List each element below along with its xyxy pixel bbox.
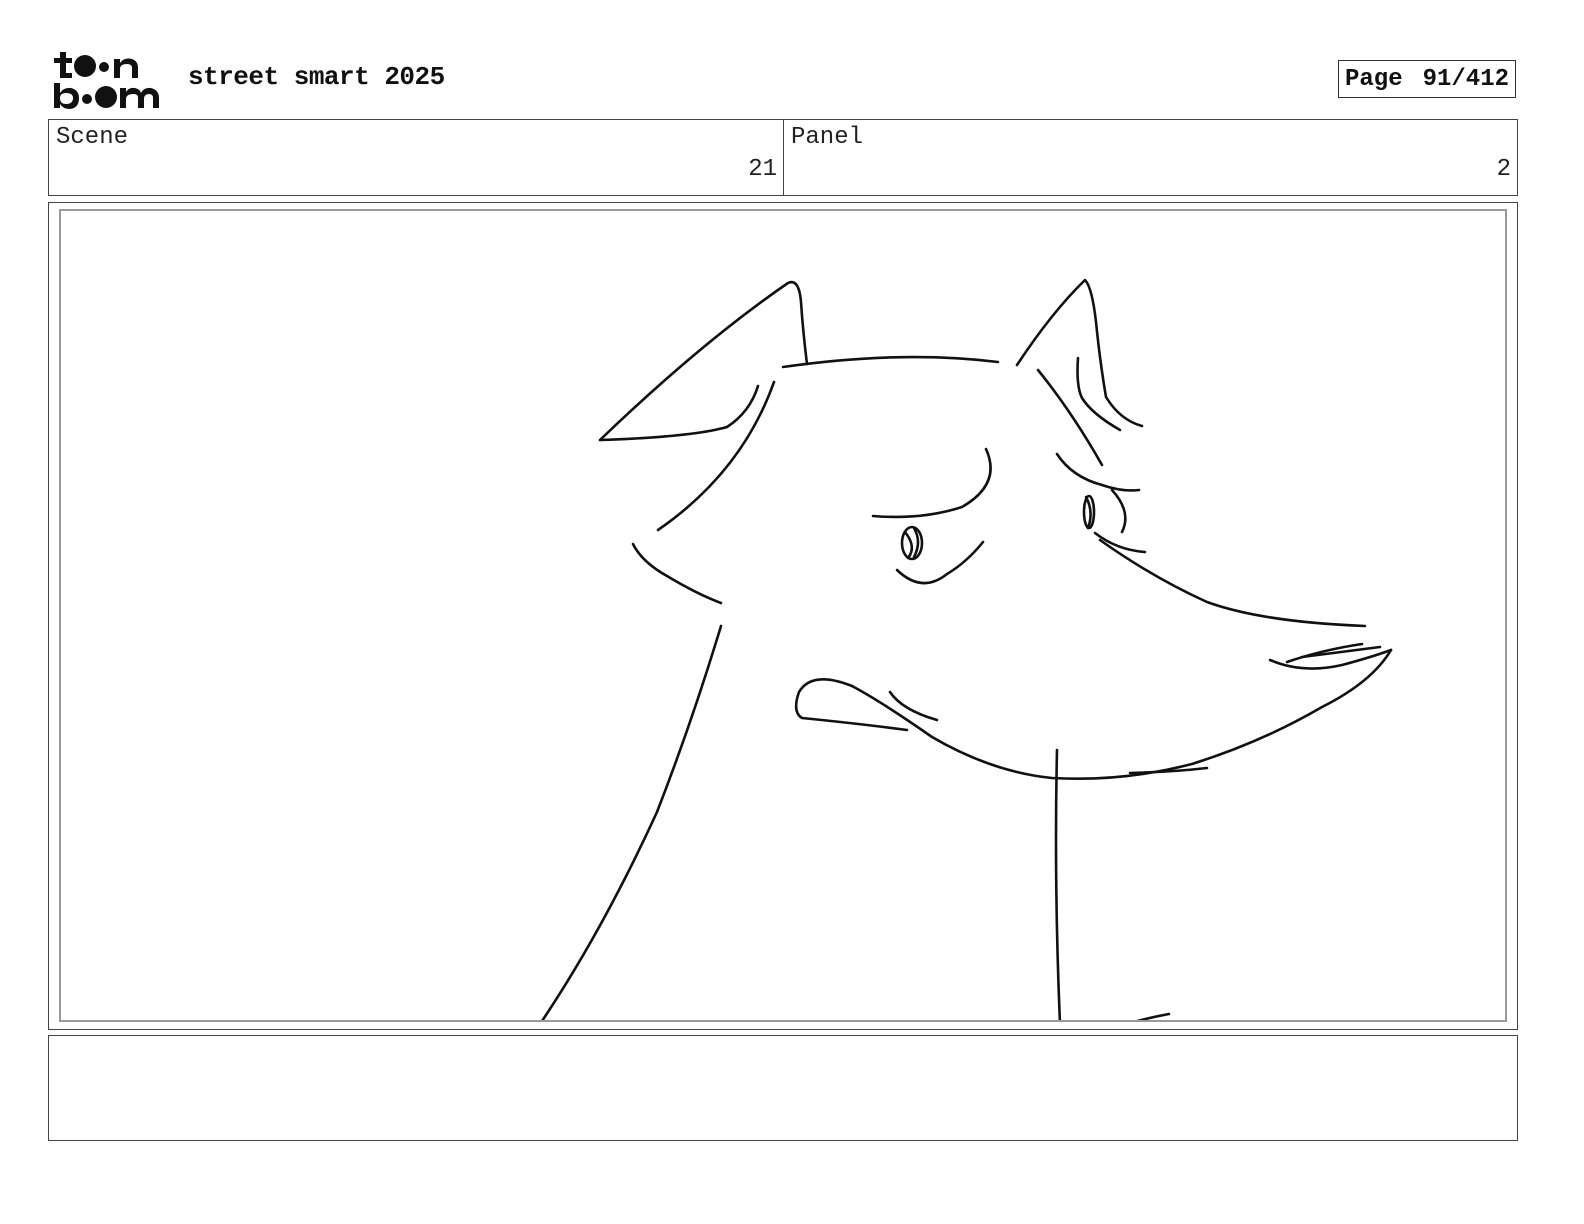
toon-boom-logo bbox=[52, 50, 164, 112]
scene-number: 21 bbox=[748, 156, 777, 183]
page-number: 91/412 bbox=[1422, 65, 1509, 93]
panel-notes-box[interactable] bbox=[48, 1035, 1518, 1141]
project-title: street smart 2025 bbox=[188, 62, 445, 92]
panel-label: Panel bbox=[791, 124, 864, 151]
panel-cell: Panel 2 bbox=[784, 120, 1517, 195]
scene-cell: Scene 21 bbox=[49, 120, 784, 195]
scene-label: Scene bbox=[56, 124, 129, 151]
dog-character-sketch bbox=[541, 278, 1393, 1020]
panel-number: 2 bbox=[1496, 156, 1511, 183]
page-label: Page bbox=[1345, 65, 1403, 93]
storyboard-panel-drawing bbox=[59, 209, 1507, 1022]
scene-panel-info: Scene 21 Panel 2 bbox=[48, 119, 1518, 196]
page-indicator: Page 91/412 bbox=[1338, 60, 1516, 98]
